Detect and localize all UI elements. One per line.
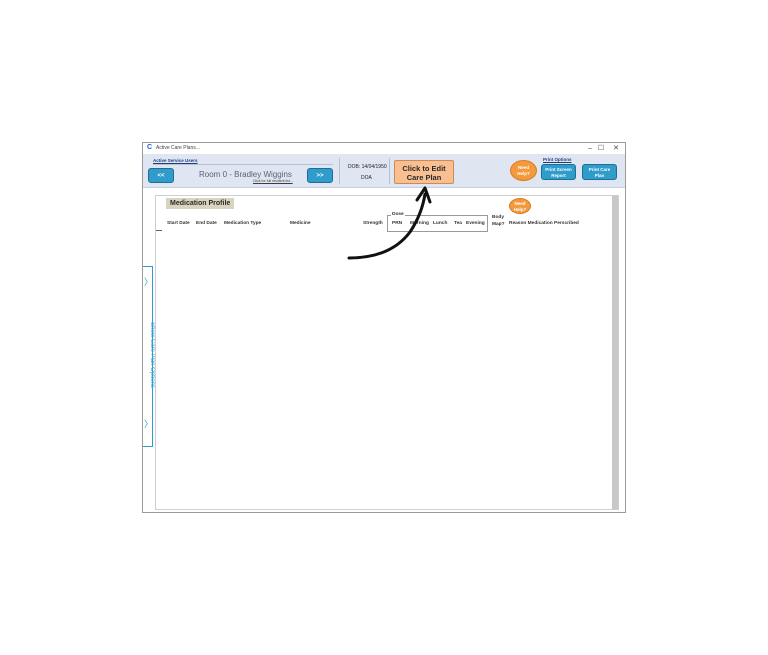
divider [153,164,333,165]
maximize-icon[interactable]: ☐ [594,143,608,154]
col-dose: Dose [391,212,405,217]
need-help-line2: Help? [513,207,527,212]
show-care-plan-options-tab[interactable]: 〉 Show Care Plan Options 〉 [143,266,155,447]
col-end-date: End Date [196,221,217,226]
row-marker [156,230,162,231]
col-medicine: Medicine [290,221,311,226]
app-icon: C [147,144,153,151]
divider [389,158,390,184]
full-resident-list-link[interactable]: Click for full resident list... [253,179,293,183]
col-tea: Tea [454,221,462,226]
chevron-right-icon: 〉 [144,277,154,287]
print-options-label: Print Options [543,157,572,162]
need-help-button[interactable]: Need Help? [510,160,537,181]
need-help-line2: Help? [517,171,530,176]
divider [339,158,340,184]
header-bar: Active Service Users << Room 0 - Bradley… [143,154,625,188]
title-bar: C Active Care Plans... – ☐ ✕ [143,143,625,154]
medication-profile-panel: Medication Profile Need Help? Start Date… [155,195,619,510]
col-evening: Evening [466,221,485,226]
care-plan-window: C Active Care Plans... – ☐ ✕ Active Serv… [142,142,626,513]
print-screen-line2: Report [551,172,566,178]
col-reason: Reason Medication Perscribed [509,221,579,226]
print-screen-report-button[interactable]: Print Screen Report [541,164,576,180]
chevron-right-icon: 〉 [144,419,154,429]
window-title: Active Care Plans... [156,145,200,151]
date-of-birth: DOB: 14/04/1950 [348,164,387,170]
active-service-users-label: Active Service Users [153,158,198,163]
previous-resident-button[interactable]: << [148,168,174,183]
col-start-date: Start Date [167,221,190,226]
edit-button-line2: Care Plan [406,173,442,182]
edit-button-line1: Click to Edit [402,164,446,173]
print-care-plan-button[interactable]: Print Care Plan [582,164,617,180]
medication-need-help-button[interactable]: Need Help? [509,198,531,214]
vertical-scrollbar[interactable] [612,196,618,509]
col-body-map-line2: Map? [492,222,505,227]
col-prn: PRN [392,221,403,226]
medication-profile-title: Medication Profile [166,198,235,209]
print-screen-line1: Print Screen [545,167,572,172]
close-icon[interactable]: ✕ [609,143,623,154]
col-body-map-line1: Body [492,215,504,220]
col-strength: Strength [363,221,383,226]
col-lunch: Lunch [433,221,448,226]
date-of-admission: DOA [361,175,372,181]
next-resident-button[interactable]: >> [307,168,333,183]
col-morning: Morning [410,221,429,226]
edit-care-plan-button[interactable]: Click to Edit Care Plan [394,160,454,184]
print-care-plan-line2: Plan [594,172,605,178]
col-medication-type: Medication Type [224,221,262,226]
resident-name: Room 0 - Bradley Wiggins [199,170,292,179]
